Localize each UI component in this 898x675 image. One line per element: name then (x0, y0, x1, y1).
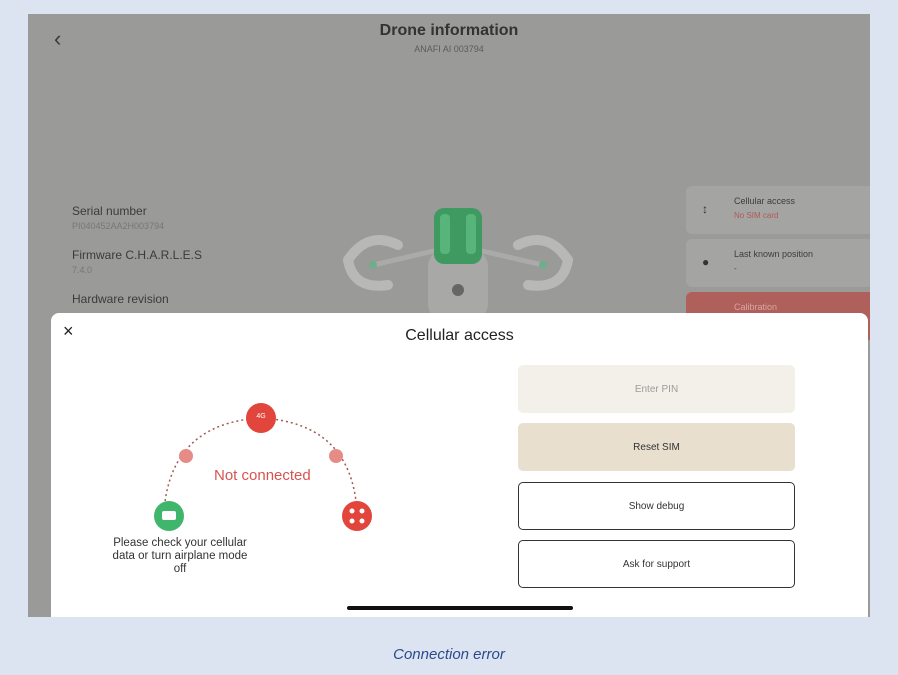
hardware-label: Hardware revision (72, 292, 169, 306)
drone-node (342, 501, 372, 531)
cellular-access-modal: × Cellular access 4G Not connected Pleas… (51, 313, 868, 617)
show-debug-button[interactable]: Show debug (518, 482, 795, 530)
page-subtitle: ANAFI AI 003794 (414, 44, 484, 54)
last-position-card-value: - (734, 264, 737, 273)
cellular-access-card[interactable]: ↕ Cellular access No SIM card (686, 186, 870, 234)
figure-caption: Connection error (393, 646, 505, 663)
serial-number-label: Serial number (72, 204, 147, 218)
signal-arrows-icon: ↕ (702, 202, 708, 216)
home-indicator (347, 606, 573, 610)
reset-sim-button[interactable]: Reset SIM (518, 423, 795, 471)
cell-tower-node-label: 4G (256, 413, 266, 420)
last-position-card-title: Last known position (734, 249, 814, 259)
ask-support-button[interactable]: Ask for support (518, 540, 795, 588)
calibration-card-title: Calibration (734, 302, 778, 312)
location-pin-icon: ● (702, 255, 710, 269)
page-title: Drone information (379, 22, 519, 39)
firmware-label: Firmware C.H.A.R.L.E.S (72, 248, 203, 262)
firmware-block: Firmware C.H.A.R.L.E.S 7.4.0 (72, 248, 202, 275)
last-position-card[interactable]: ● Last known position - (686, 239, 870, 287)
serial-number-value: PI040452AA2H003794 (72, 221, 165, 231)
hardware-block: Hardware revision (72, 292, 169, 309)
globe-right-icon (329, 449, 343, 463)
cellular-access-card-status: No SIM card (734, 211, 779, 220)
drone-image (343, 208, 573, 320)
connection-status: Not connected (214, 467, 311, 484)
cellular-access-card-title: Cellular access (734, 196, 796, 206)
enter-pin-button[interactable]: Enter PIN (518, 365, 795, 413)
connection-help-text: Please check your cellular data or turn … (112, 537, 248, 575)
globe-left-icon (179, 449, 193, 463)
firmware-value: 7.4.0 (72, 265, 93, 275)
serial-number-block: Serial number PI040452AA2H003794 (72, 204, 164, 231)
